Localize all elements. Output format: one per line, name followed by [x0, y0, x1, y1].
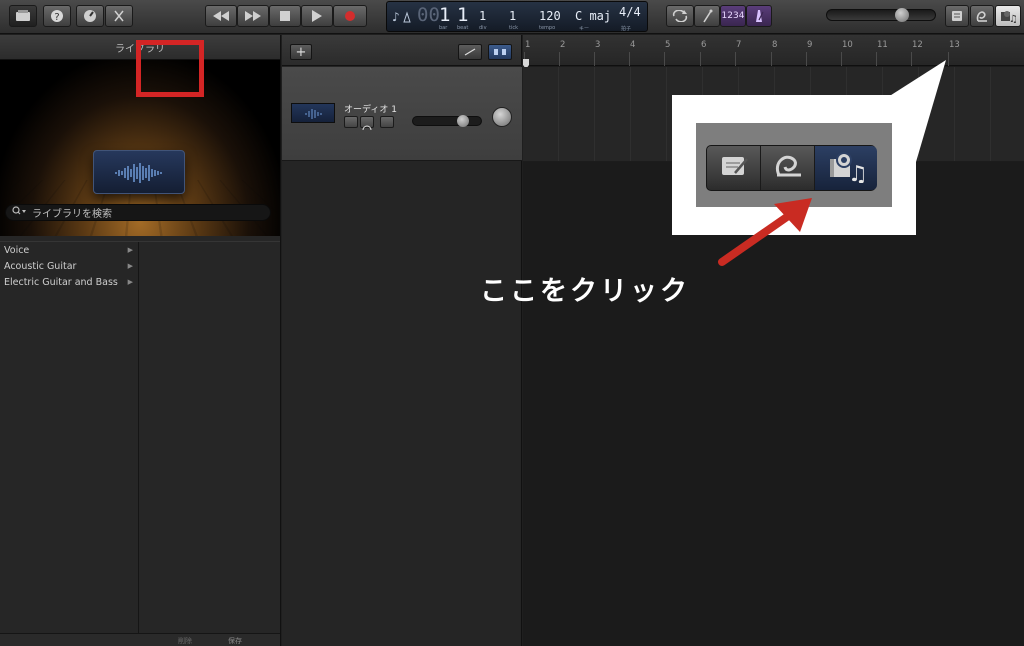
red-arrow — [718, 198, 812, 266]
click-here-label: ここをクリック — [480, 276, 690, 307]
garageband-window: ? ♪ 00 1 1 1 1 120 C maj 4/4 bar beat di… — [0, 0, 1024, 646]
